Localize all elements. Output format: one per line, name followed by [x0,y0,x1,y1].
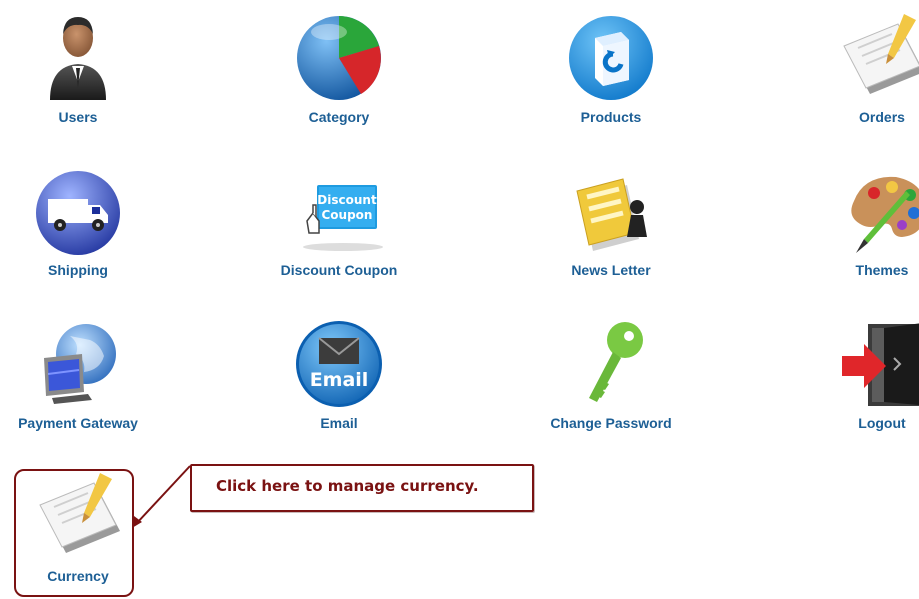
orders-tile[interactable]: Orders [802,0,919,140]
coupon-text-line2: Coupon [322,208,373,222]
callout-box: Click here to manage currency. [190,464,534,512]
email-icon-text: Email [310,369,369,391]
email-label: Email [320,415,358,431]
users-label: Users [58,109,98,125]
change-password-tile[interactable]: Change Password [531,306,691,446]
shipping-truck-icon [30,161,126,257]
logout-tile[interactable]: Logout [802,306,919,446]
discount-coupon-icon: Discount Coupon [291,161,387,257]
coupon-text-line1: Discount [317,193,377,207]
key-icon [563,314,659,410]
news-letter-label: News Letter [571,262,651,278]
logout-label: Logout [858,415,906,431]
themes-tile[interactable]: Themes [802,153,919,293]
news-letter-tile[interactable]: News Letter [531,153,691,293]
currency-tile[interactable]: Currency [0,459,158,599]
shipping-label: Shipping [48,262,108,278]
discount-coupon-label: Discount Coupon [280,262,398,278]
globe-monitor-icon [30,314,126,410]
payment-gateway-tile[interactable]: Payment Gateway [0,306,158,446]
email-tile[interactable]: Email Email [259,306,419,446]
category-tile[interactable]: Category [259,0,419,140]
discount-coupon-tile[interactable]: Discount Coupon Discount Coupon [259,153,419,293]
users-tile[interactable]: Users [0,0,158,140]
shipping-tile[interactable]: Shipping [0,153,158,293]
change-password-label: Change Password [550,415,672,431]
themes-label: Themes [855,262,909,278]
products-tile[interactable]: Products [531,0,691,140]
orders-label: Orders [859,109,905,125]
palette-icon [834,161,919,257]
category-pie-icon [291,8,387,104]
logout-door-icon [834,314,919,410]
products-label: Products [580,109,642,125]
products-box-icon [563,8,659,104]
user-icon [30,8,126,104]
payment-gateway-label: Payment Gateway [18,415,138,431]
currency-label: Currency [47,568,109,584]
callout-text: Click here to manage currency. [216,477,479,495]
newsletter-icon [563,161,659,257]
category-label: Category [308,109,370,125]
orders-notepad-icon [834,8,919,104]
currency-notepad-icon [30,467,126,563]
email-icon: Email [291,314,387,410]
